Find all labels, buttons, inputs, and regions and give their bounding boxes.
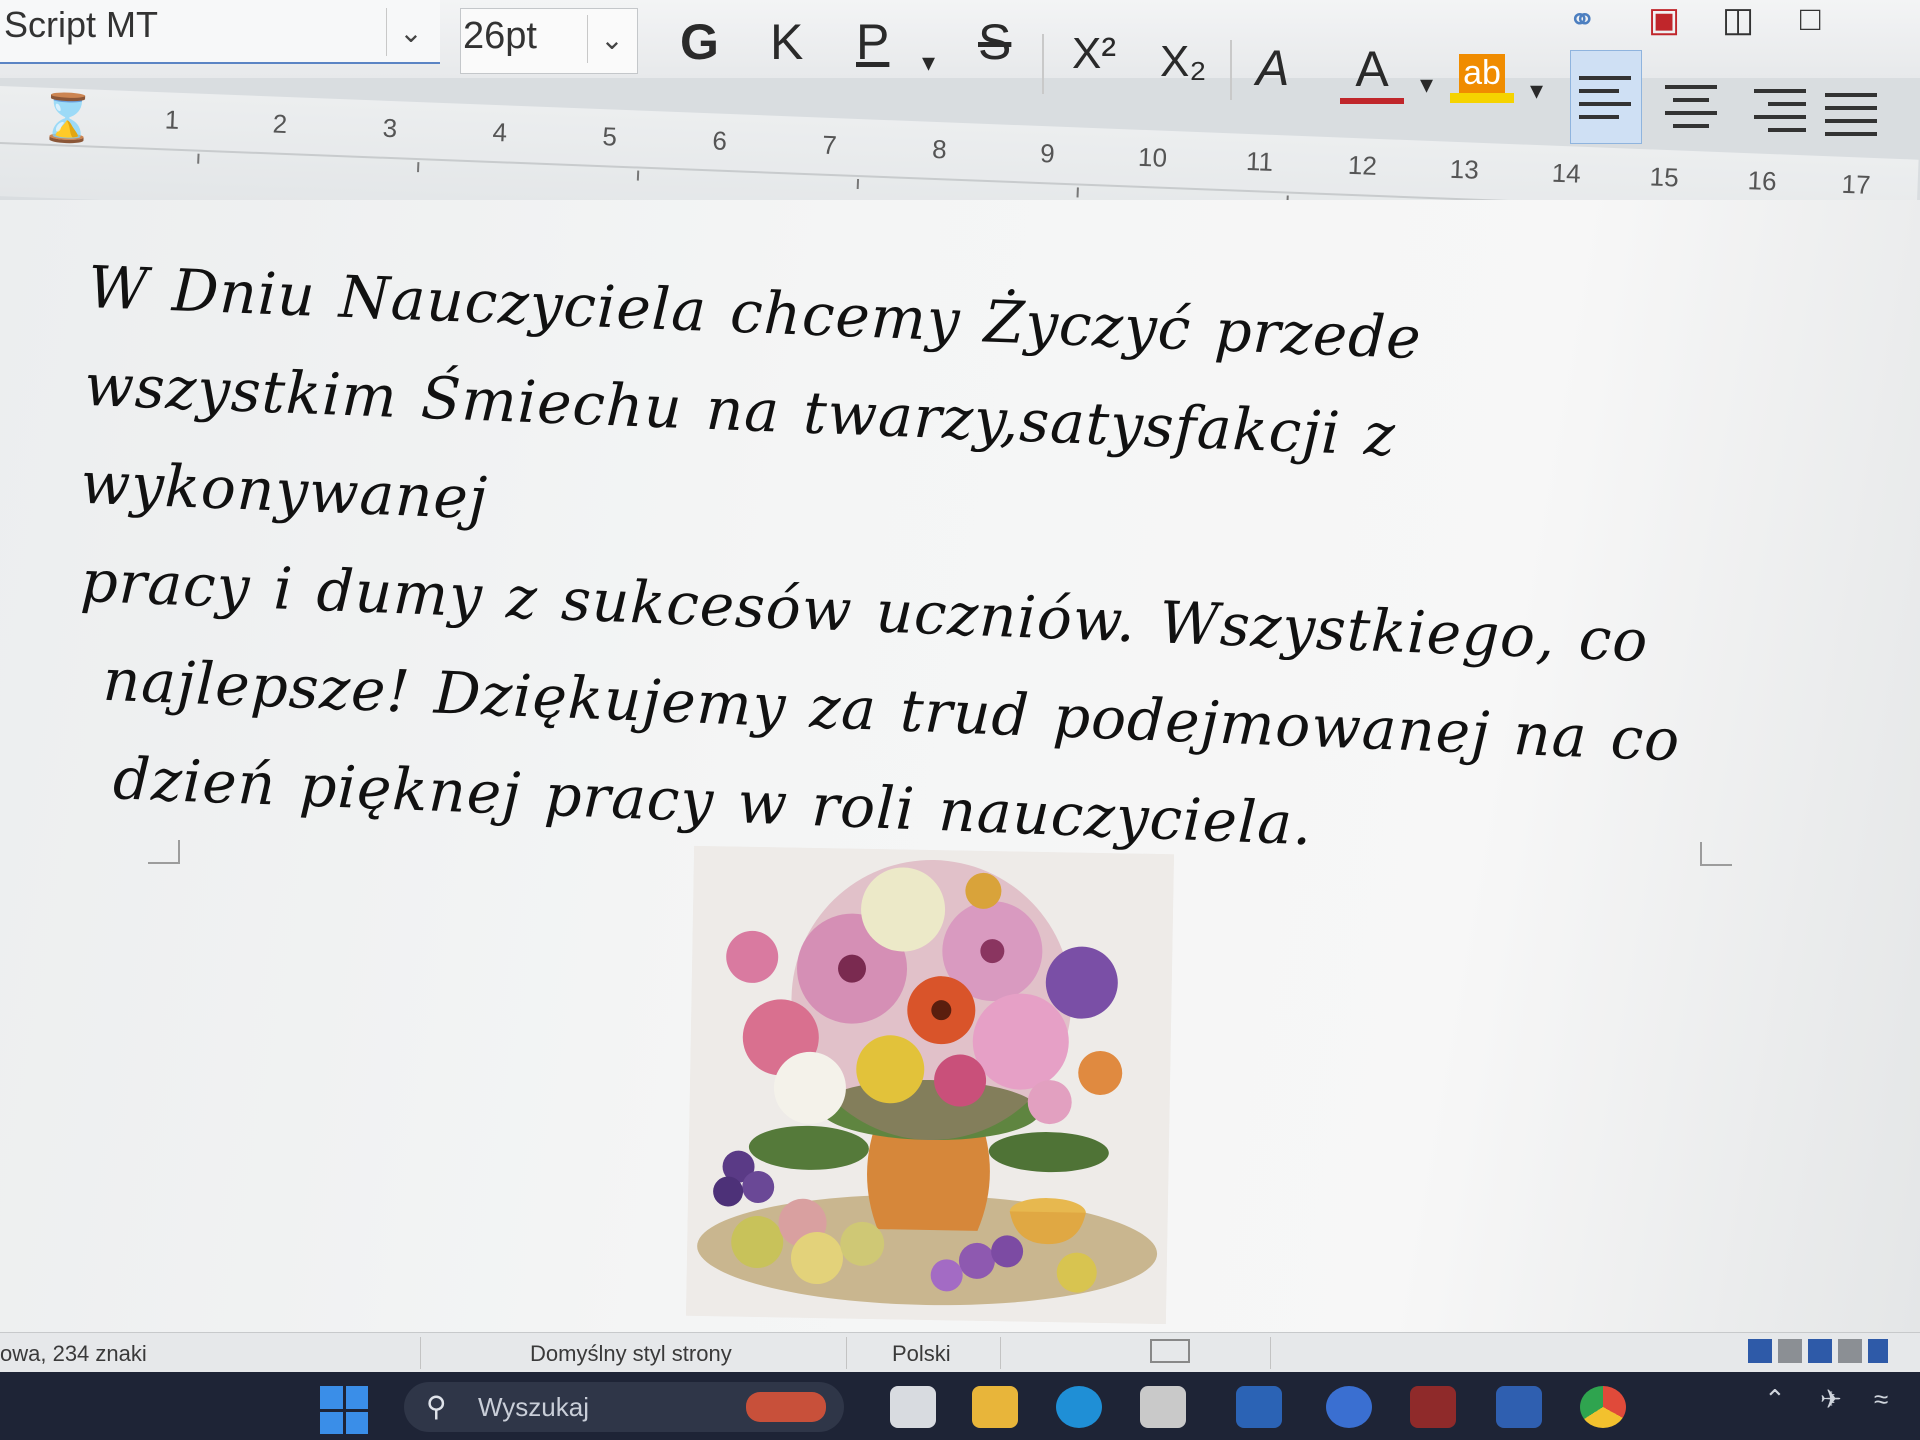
font-size-combobox[interactable]: 26pt ⌄: [460, 8, 638, 74]
taskbar-search-box[interactable]: ⚲ Wyszukaj: [404, 1382, 844, 1432]
search-placeholder: Wyszukaj: [478, 1392, 590, 1422]
frame-icon[interactable]: □: [1800, 0, 1821, 38]
text-boundary-corner: [1700, 842, 1732, 866]
formatting-toolbar: Script MT ⌄ 26pt ⌄ G K P ▾ S X² X₂ A A ▾…: [0, 0, 1920, 144]
ruler-tick-label: 10: [1137, 141, 1168, 173]
justify-button[interactable]: [1816, 68, 1886, 160]
ruler-tick-label: 14: [1551, 157, 1582, 189]
start-button[interactable]: [320, 1386, 368, 1434]
toolbar-separator: [1230, 40, 1232, 100]
ruler-tick-mark: [856, 178, 860, 190]
ruler-tick-mark: [1076, 187, 1079, 198]
font-color-swatch: [1340, 98, 1404, 104]
help-app-icon[interactable]: [1326, 1386, 1372, 1428]
ruler-tick-label: 4: [492, 116, 508, 148]
ruler-tick-label: 17: [1841, 168, 1872, 200]
underline-button[interactable]: P: [856, 10, 889, 74]
status-separator: [1000, 1337, 1001, 1369]
ruler-tick-label: 9: [1039, 137, 1056, 169]
edge-browser-icon[interactable]: [1056, 1386, 1102, 1428]
ruler-tick-label: 2: [272, 108, 288, 140]
ruler-tick-mark: [636, 170, 640, 181]
underline-dropdown-arrow[interactable]: ▾: [922, 30, 935, 94]
chevron-down-icon: ⌄: [399, 16, 423, 48]
align-center-icon: [1665, 84, 1717, 89]
ruler-tick-label: 7: [821, 129, 838, 161]
file-explorer-icon[interactable]: [972, 1386, 1018, 1428]
left-indent-marker[interactable]: ⌛: [38, 90, 97, 147]
network-icon[interactable]: ✈: [1820, 1384, 1842, 1415]
language-status[interactable]: Polski: [892, 1341, 951, 1367]
search-highlight-image: [746, 1392, 826, 1422]
flower-bouquet-image[interactable]: [685, 845, 1175, 1325]
align-right-button[interactable]: [1736, 64, 1806, 156]
subscript-button[interactable]: X₂: [1160, 30, 1206, 94]
comment-icon[interactable]: ▣: [1648, 0, 1680, 39]
page-style-status[interactable]: Domyślny styl strony: [530, 1341, 732, 1367]
highlight-color-swatch: [1450, 92, 1514, 103]
status-separator: [1270, 1337, 1271, 1369]
toolbar-separator: [1042, 34, 1044, 94]
align-left-button[interactable]: [1570, 50, 1642, 144]
font-color-button[interactable]: A: [1340, 40, 1404, 104]
windows-taskbar: ⚲ Wyszukaj ⌃ ✈ ≈: [0, 1372, 1920, 1440]
ruler-tick-label: 3: [382, 112, 398, 144]
view-layout-buttons[interactable]: [1748, 1339, 1888, 1363]
bold-button[interactable]: G: [680, 10, 719, 74]
highlighter-icon: ab: [1459, 53, 1505, 93]
eraser-a-icon: A: [1256, 40, 1290, 96]
word-count-status[interactable]: owa, 234 znaki: [0, 1341, 147, 1367]
highlight-button[interactable]: ab: [1450, 46, 1514, 110]
font-color-icon: A: [1355, 41, 1389, 97]
chevron-down-icon: ⌄: [600, 23, 624, 55]
field-icon[interactable]: ◫: [1722, 0, 1754, 39]
hyperlink-icon[interactable]: ⚭: [1568, 0, 1597, 39]
store-icon[interactable]: [1140, 1386, 1186, 1428]
font-name-value: Script MT: [4, 4, 159, 45]
document-body-text[interactable]: W Dniu Nauczyciela chcemy Życzyć przede …: [67, 238, 1788, 891]
status-bar: owa, 234 znaki Domyślny styl strony Pols…: [0, 1332, 1920, 1373]
selection-mode-icon[interactable]: [1150, 1339, 1190, 1363]
search-icon: ⚲: [426, 1391, 447, 1422]
ruler-tick-label: 15: [1649, 161, 1680, 193]
ruler-tick-mark: [197, 153, 200, 164]
align-center-button[interactable]: [1656, 60, 1726, 152]
strikethrough-button[interactable]: S: [978, 10, 1011, 74]
wifi-icon[interactable]: ≈: [1874, 1384, 1888, 1415]
word-app-icon[interactable]: [1236, 1386, 1282, 1428]
align-left-icon: [1579, 75, 1631, 80]
windows-logo-icon: [320, 1386, 343, 1409]
game-app-icon[interactable]: [1410, 1386, 1456, 1428]
ruler-tick-label: 13: [1449, 153, 1480, 185]
ruler-tick-label: 5: [601, 121, 618, 152]
status-separator: [420, 1337, 421, 1369]
ruler-tick-label: 16: [1747, 165, 1778, 197]
font-size-value: 26pt: [463, 15, 537, 57]
text-boundary-corner: [148, 840, 180, 864]
clear-formatting-button[interactable]: A: [1256, 36, 1289, 100]
justify-icon: [1825, 92, 1877, 97]
ruler-tick-label: 8: [931, 133, 948, 165]
superscript-button[interactable]: X²: [1072, 22, 1116, 86]
font-name-dropdown-button[interactable]: ⌄: [386, 8, 435, 56]
font-name-combobox[interactable]: Script MT ⌄: [0, 0, 440, 64]
document-page[interactable]: W Dniu Nauczyciela chcemy Życzyć przede …: [0, 200, 1920, 1340]
writer-app-icon[interactable]: [1496, 1386, 1542, 1428]
ruler-tick-label: 11: [1245, 145, 1274, 177]
highlight-dropdown-arrow[interactable]: ▾: [1530, 58, 1543, 122]
font-color-dropdown-arrow[interactable]: ▾: [1420, 52, 1433, 116]
chrome-browser-icon[interactable]: [1580, 1386, 1626, 1428]
task-view-icon[interactable]: [890, 1386, 936, 1428]
italic-button[interactable]: K: [770, 10, 803, 74]
ruler-tick-label: 6: [711, 125, 728, 156]
ruler-tick-label: 12: [1347, 149, 1378, 181]
ruler-tick-mark: [417, 162, 420, 173]
align-right-icon: [1754, 88, 1806, 93]
ruler-tick-label: 1: [164, 104, 180, 135]
font-size-dropdown-button[interactable]: ⌄: [587, 15, 636, 63]
tray-chevron-icon[interactable]: ⌃: [1764, 1384, 1786, 1415]
status-separator: [846, 1337, 847, 1369]
